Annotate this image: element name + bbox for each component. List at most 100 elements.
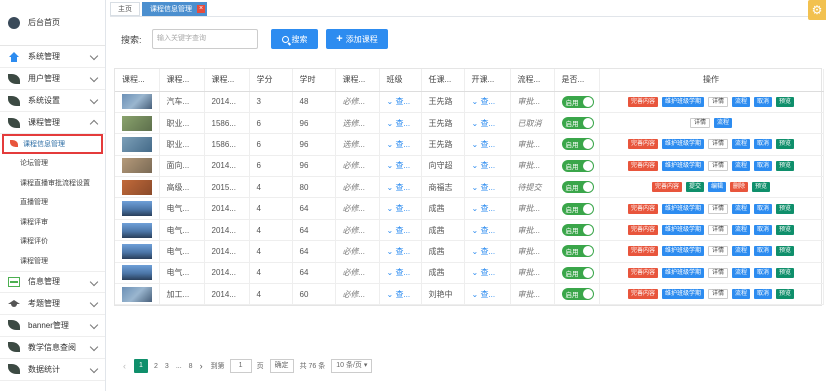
- flow-button[interactable]: 流程: [732, 203, 751, 214]
- cancel-button[interactable]: 取消: [754, 267, 773, 278]
- table-row[interactable]: 汽车... 2014... 3 48 必修... ⌄ 查... 王先路 ⌄ 查... 审批...…: [115, 91, 824, 113]
- class-link[interactable]: ⌄ 查...: [379, 112, 422, 135]
- gear-icon[interactable]: ⚙: [808, 0, 826, 20]
- details-button[interactable]: 详情: [707, 139, 728, 150]
- preview-button[interactable]: 预览: [776, 203, 795, 214]
- enable-toggle[interactable]: 启用: [561, 138, 594, 151]
- sidebar-home[interactable]: 后台首页: [0, 0, 105, 46]
- details-button[interactable]: 详情: [707, 96, 728, 107]
- open-term-link[interactable]: ⌄ 查...: [464, 219, 511, 242]
- cancel-button[interactable]: 取消: [754, 96, 773, 107]
- column-header[interactable]: 学时: [292, 69, 336, 92]
- sidebar-item-banner[interactable]: banner管理: [0, 315, 105, 337]
- enable-toggle[interactable]: 启用: [561, 202, 594, 215]
- sidebar-item-courses[interactable]: 课程管理: [0, 112, 105, 134]
- complete-content-button[interactable]: 完善内容: [627, 225, 658, 236]
- preview-button[interactable]: 预览: [752, 182, 771, 193]
- flow-button[interactable]: 流程: [714, 118, 733, 129]
- column-header[interactable]: 班级: [379, 69, 422, 92]
- page-number[interactable]: 2: [154, 363, 158, 370]
- maintain-class-term-button[interactable]: 维护班级学期: [661, 160, 704, 171]
- flow-button[interactable]: 流程: [732, 160, 751, 171]
- details-button[interactable]: 详情: [707, 225, 728, 236]
- maintain-class-term-button[interactable]: 维护班级学期: [661, 96, 704, 107]
- class-link[interactable]: ⌄ 查...: [379, 219, 422, 242]
- column-header[interactable]: 任课...: [421, 69, 465, 92]
- flow-button[interactable]: 流程: [732, 246, 751, 257]
- enable-toggle[interactable]: 启用: [561, 159, 594, 172]
- sidebar-item-info[interactable]: 信息管理: [0, 270, 105, 293]
- open-term-link[interactable]: ⌄ 查...: [464, 197, 511, 220]
- complete-content-button[interactable]: 完善内容: [627, 246, 658, 257]
- enable-toggle[interactable]: 启用: [561, 288, 594, 301]
- sidebar-subitem-course-manage[interactable]: 课程管理: [0, 251, 105, 271]
- page-number[interactable]: 1: [134, 359, 148, 373]
- table-row[interactable]: 电气... 2014... 4 64 必修... ⌄ 查... 成茜 ⌄ 查... 审批... 启…: [115, 219, 824, 242]
- sidebar-item-stats[interactable]: 数据统计: [0, 359, 105, 381]
- maintain-class-term-button[interactable]: 维护班级学期: [661, 139, 704, 150]
- preview-button[interactable]: 预览: [776, 267, 795, 278]
- enable-toggle[interactable]: 启用: [561, 181, 594, 194]
- class-link[interactable]: ⌄ 查...: [379, 91, 422, 113]
- class-link[interactable]: ⌄ 查...: [379, 176, 422, 199]
- open-term-link[interactable]: ⌄ 查...: [464, 262, 511, 285]
- class-link[interactable]: ⌄ 查...: [379, 155, 422, 178]
- cancel-button[interactable]: 取消: [754, 203, 773, 214]
- flow-button[interactable]: 流程: [732, 267, 751, 278]
- table-row[interactable]: 职业... 1586... 6 96 选修... ⌄ 查... 王先路 ⌄ 查... 已取消 启用…: [115, 112, 824, 135]
- sidebar-subitem-live[interactable]: 直播管理: [0, 193, 105, 213]
- sidebar-item-users[interactable]: 用户管理: [0, 68, 105, 90]
- class-link[interactable]: ⌄ 查...: [379, 262, 422, 285]
- table-row[interactable]: 电气... 2014... 4 64 必修... ⌄ 查... 成茜 ⌄ 查... 审批... 启…: [115, 240, 824, 263]
- complete-content-button[interactable]: 完善内容: [627, 267, 658, 278]
- delete-button[interactable]: 删除: [730, 182, 749, 193]
- preview-button[interactable]: 预览: [776, 225, 795, 236]
- prev-page-icon[interactable]: ‹: [123, 361, 126, 371]
- table-row[interactable]: 电气... 2014... 4 64 必修... ⌄ 查... 成茜 ⌄ 查... 审批... 启…: [115, 197, 824, 220]
- details-button[interactable]: 详情: [707, 203, 728, 214]
- sidebar-subitem-course-info[interactable]: 课程信息管理: [2, 134, 103, 154]
- complete-content-button[interactable]: 完善内容: [627, 96, 658, 107]
- class-link[interactable]: ⌄ 查...: [379, 197, 422, 220]
- details-button[interactable]: 详情: [707, 289, 728, 300]
- table-row[interactable]: 高级... 2015... 4 80 必修... ⌄ 查... 商福志 ⌄ 查... 待提交 启用…: [115, 176, 824, 199]
- table-row[interactable]: 面向... 2014... 6 96 必修... ⌄ 查... 向守超 ⌄ 查... 审批...…: [115, 155, 824, 178]
- class-link[interactable]: ⌄ 查...: [379, 283, 422, 306]
- page-number[interactable]: 8: [189, 363, 193, 370]
- column-header[interactable]: 开课...: [464, 69, 511, 92]
- sidebar-subitem-evaluation[interactable]: 课程评价: [0, 232, 105, 252]
- class-link[interactable]: ⌄ 查...: [379, 133, 422, 156]
- cancel-button[interactable]: 取消: [754, 160, 773, 171]
- sidebar-item-system[interactable]: 系统管理: [0, 46, 105, 68]
- flow-button[interactable]: 流程: [732, 289, 751, 300]
- enable-toggle[interactable]: 启用: [561, 95, 594, 108]
- open-term-link[interactable]: ⌄ 查...: [464, 91, 511, 113]
- column-header[interactable]: 课程...: [204, 69, 250, 92]
- open-term-link[interactable]: ⌄ 查...: [464, 176, 511, 199]
- tab-course-info[interactable]: 课程信息管理 ×: [142, 2, 207, 16]
- close-icon[interactable]: ×: [197, 5, 205, 13]
- flow-button[interactable]: 流程: [732, 139, 751, 150]
- cancel-button[interactable]: 取消: [754, 139, 773, 150]
- column-header[interactable]: 课程...: [335, 69, 380, 92]
- confirm-button[interactable]: 确定: [269, 359, 294, 373]
- search-button[interactable]: 搜索: [271, 29, 318, 49]
- flow-button[interactable]: 流程: [732, 96, 751, 107]
- open-term-link[interactable]: ⌄ 查...: [464, 240, 511, 263]
- preview-button[interactable]: 预览: [776, 96, 795, 107]
- complete-content-button[interactable]: 完善内容: [651, 182, 682, 193]
- preview-button[interactable]: 预览: [776, 246, 795, 257]
- submit-button[interactable]: 提交: [685, 182, 704, 193]
- cancel-button[interactable]: 取消: [754, 246, 773, 257]
- preview-button[interactable]: 预览: [776, 139, 795, 150]
- complete-content-button[interactable]: 完善内容: [627, 203, 658, 214]
- details-button[interactable]: 详情: [707, 246, 728, 257]
- open-term-link[interactable]: ⌄ 查...: [464, 155, 511, 178]
- enable-toggle[interactable]: 启用: [561, 224, 594, 237]
- sidebar-item-settings[interactable]: 系统设置: [0, 90, 105, 112]
- open-term-link[interactable]: ⌄ 查...: [464, 112, 511, 135]
- maintain-class-term-button[interactable]: 维护班级学期: [661, 203, 704, 214]
- column-header[interactable]: 课程...: [115, 69, 160, 92]
- complete-content-button[interactable]: 完善内容: [627, 160, 658, 171]
- complete-content-button[interactable]: 完善内容: [627, 139, 658, 150]
